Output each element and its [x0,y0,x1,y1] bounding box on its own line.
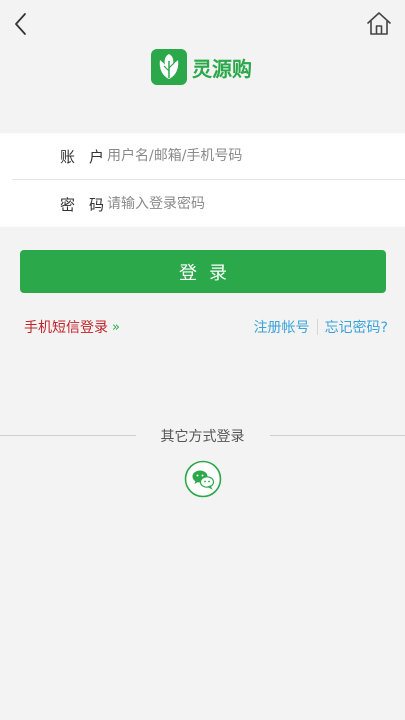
account-label-char-2: 户 [88,147,104,166]
account-links: 注册帐号 忘记密码? [254,317,388,337]
password-row: 密 码 [0,181,405,227]
other-login-title: 其它方式登录 [160,429,245,445]
other-login-section: 其它方式登录 [0,426,405,446]
home-icon [367,12,391,35]
link-divider [316,319,318,335]
home-button[interactable] [365,10,393,38]
app-logo: 灵源购 [151,49,252,85]
lettuce-logo-icon [151,49,187,85]
sms-login-link[interactable]: 手机短信登录 » [24,317,120,337]
login-button[interactable]: 登录 [20,250,386,293]
account-label: 账 户 [60,146,104,167]
double-chevron-right-icon: » [112,319,120,335]
account-row: 账 户 [0,133,405,179]
login-form: 账 户 密 码 [0,133,405,227]
back-button[interactable] [8,8,36,40]
wechat-login-button[interactable] [184,460,222,498]
logo-text: 灵源购 [192,56,252,81]
top-bar: 灵源购 [0,0,405,110]
account-input[interactable] [107,148,387,164]
account-label-char-1: 账 [60,147,76,166]
forgot-password-link[interactable]: 忘记密码? [325,317,388,337]
sms-login-label: 手机短信登录 [24,320,108,336]
password-input[interactable] [107,196,387,212]
wechat-icon [184,460,222,498]
divider-line-right [270,435,405,436]
form-divider [12,179,405,180]
password-label: 密 码 [60,194,104,215]
password-label-char-1: 密 [60,195,76,214]
chevron-left-icon [15,13,26,35]
register-link[interactable]: 注册帐号 [254,317,310,337]
password-label-char-2: 码 [88,195,104,214]
